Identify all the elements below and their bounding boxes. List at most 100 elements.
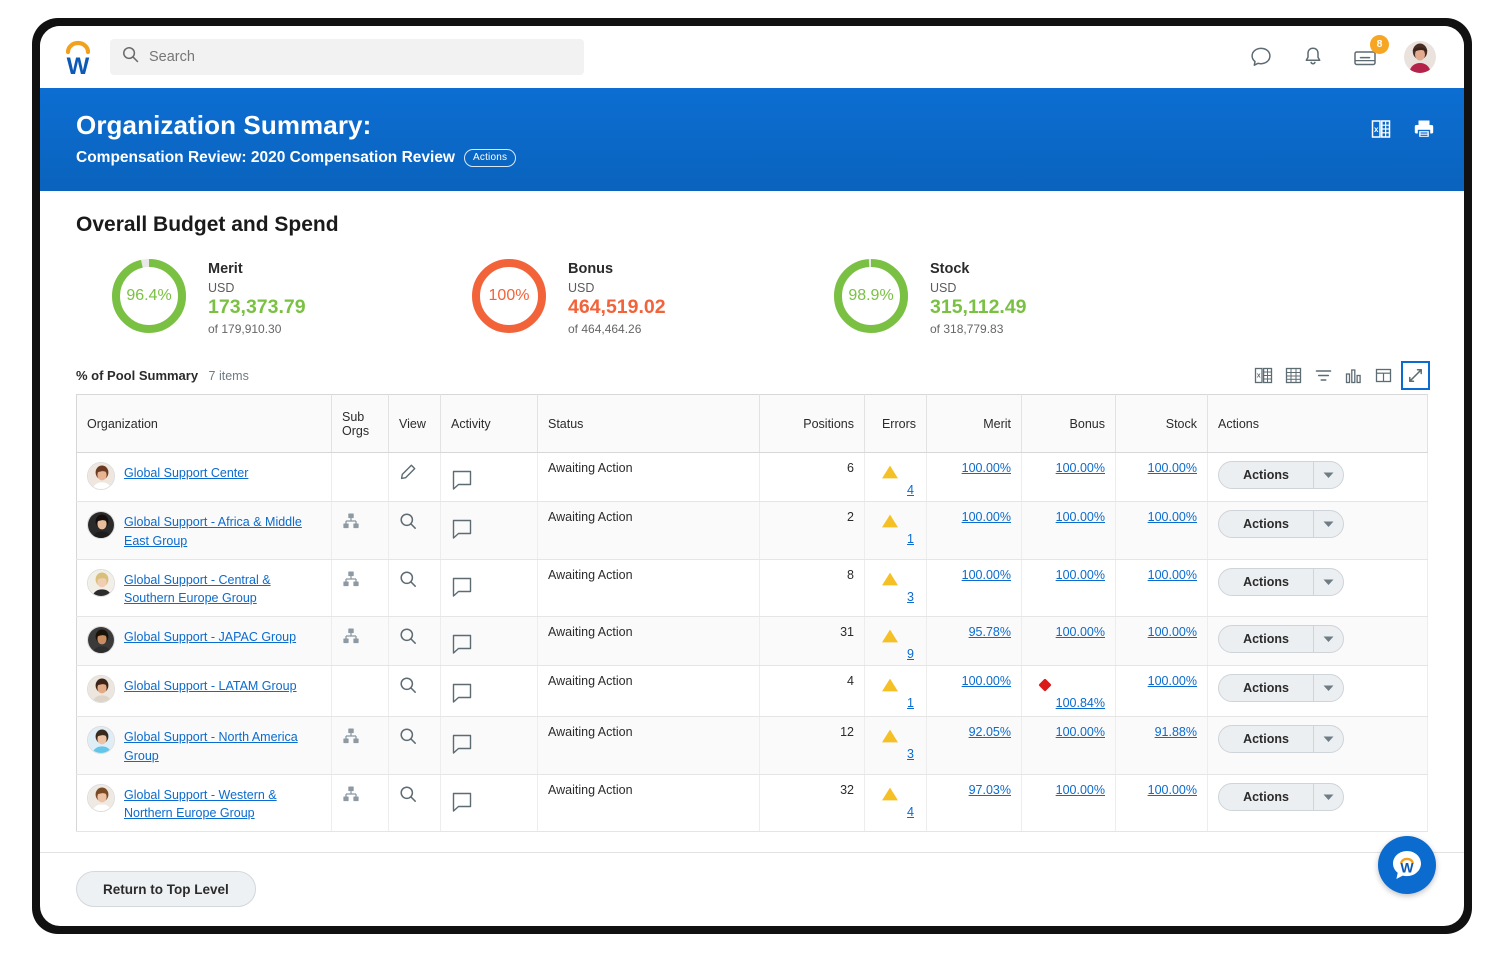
errors-count-link[interactable]: 3 bbox=[907, 747, 914, 761]
return-to-top-level-button[interactable]: Return to Top Level bbox=[76, 871, 256, 907]
row-avatar[interactable] bbox=[87, 784, 115, 812]
row-actions-button[interactable]: Actions bbox=[1218, 510, 1344, 538]
table-row[interactable]: Global Support - Africa & Middle East Gr… bbox=[77, 502, 1428, 560]
table-row[interactable]: Global Support - North America GroupAwai… bbox=[77, 717, 1428, 775]
organization-link[interactable]: Global Support Center bbox=[124, 461, 248, 483]
table-row[interactable]: Global Support CenterAwaiting Action6410… bbox=[77, 453, 1428, 502]
row-avatar[interactable] bbox=[87, 511, 115, 539]
merit-percent-link[interactable]: 97.03% bbox=[969, 783, 1011, 797]
row-actions-button[interactable]: Actions bbox=[1218, 783, 1344, 811]
table-row[interactable]: Global Support - JAPAC GroupAwaiting Act… bbox=[77, 617, 1428, 666]
comment-icon[interactable] bbox=[451, 625, 527, 655]
chevron-down-icon[interactable] bbox=[1313, 462, 1343, 488]
comment-icon[interactable] bbox=[451, 461, 527, 491]
merit-percent-link[interactable]: 100.00% bbox=[962, 674, 1011, 688]
stock-percent-link[interactable]: 100.00% bbox=[1148, 783, 1197, 797]
magnifier-icon[interactable] bbox=[399, 674, 430, 694]
row-avatar[interactable] bbox=[87, 462, 115, 490]
pencil-icon[interactable] bbox=[399, 461, 430, 481]
stock-percent-link[interactable]: 100.00% bbox=[1148, 568, 1197, 582]
magnifier-icon[interactable] bbox=[399, 625, 430, 645]
column-layout-icon[interactable] bbox=[1373, 365, 1394, 386]
search-box[interactable] bbox=[110, 39, 584, 75]
col-bonus[interactable]: Bonus bbox=[1022, 395, 1116, 453]
errors-count-link[interactable]: 4 bbox=[907, 805, 914, 819]
stock-percent-link[interactable]: 91.88% bbox=[1155, 725, 1197, 739]
merit-percent-link[interactable]: 100.00% bbox=[962, 510, 1011, 524]
organization-link[interactable]: Global Support - Central & Southern Euro… bbox=[124, 568, 321, 609]
merit-percent-link[interactable]: 92.05% bbox=[969, 725, 1011, 739]
row-actions-button[interactable]: Actions bbox=[1218, 725, 1344, 753]
bonus-percent-link[interactable]: 100.84% bbox=[1056, 696, 1105, 710]
search-input[interactable] bbox=[149, 49, 572, 65]
row-avatar[interactable] bbox=[87, 675, 115, 703]
stock-percent-link[interactable]: 100.00% bbox=[1148, 510, 1197, 524]
stock-percent-link[interactable]: 100.00% bbox=[1148, 625, 1197, 639]
col-sub-orgs[interactable]: Sub Orgs bbox=[332, 395, 389, 453]
errors-count-link[interactable]: 4 bbox=[907, 483, 914, 497]
organization-link[interactable]: Global Support - Western & Northern Euro… bbox=[124, 783, 321, 824]
inbox-icon[interactable]: 8 bbox=[1352, 44, 1378, 70]
errors-count-link[interactable]: 9 bbox=[907, 647, 914, 661]
expand-icon[interactable] bbox=[1403, 363, 1428, 388]
errors-count-link[interactable]: 3 bbox=[907, 590, 914, 604]
merit-percent-link[interactable]: 95.78% bbox=[969, 625, 1011, 639]
magnifier-icon[interactable] bbox=[399, 783, 430, 803]
chevron-down-icon[interactable] bbox=[1313, 675, 1343, 701]
col-merit[interactable]: Merit bbox=[927, 395, 1022, 453]
organization-link[interactable]: Global Support - Africa & Middle East Gr… bbox=[124, 510, 321, 551]
chevron-down-icon[interactable] bbox=[1313, 511, 1343, 537]
magnifier-icon[interactable] bbox=[399, 725, 430, 745]
errors-count-link[interactable]: 1 bbox=[907, 696, 914, 710]
bonus-percent-link[interactable]: 100.00% bbox=[1056, 510, 1105, 524]
table-row[interactable]: Global Support - Western & Northern Euro… bbox=[77, 774, 1428, 832]
header-actions-pill[interactable]: Actions bbox=[464, 149, 516, 167]
row-actions-button[interactable]: Actions bbox=[1218, 461, 1344, 489]
bonus-percent-link[interactable]: 100.00% bbox=[1056, 783, 1105, 797]
grid-view-icon[interactable] bbox=[1283, 365, 1304, 386]
organization-link[interactable]: Global Support - LATAM Group bbox=[124, 674, 297, 696]
magnifier-icon[interactable] bbox=[399, 568, 430, 588]
bell-icon[interactable] bbox=[1300, 44, 1326, 70]
row-avatar[interactable] bbox=[87, 626, 115, 654]
chat-icon[interactable] bbox=[1248, 44, 1274, 70]
org-chart-icon[interactable] bbox=[342, 625, 378, 645]
row-avatar[interactable] bbox=[87, 569, 115, 597]
workday-logo[interactable]: W bbox=[58, 36, 98, 78]
row-avatar[interactable] bbox=[87, 726, 115, 754]
bonus-percent-link[interactable]: 100.00% bbox=[1056, 625, 1105, 639]
merit-percent-link[interactable]: 100.00% bbox=[962, 568, 1011, 582]
row-actions-button[interactable]: Actions bbox=[1218, 625, 1344, 653]
chart-view-icon[interactable] bbox=[1343, 365, 1364, 386]
print-icon[interactable] bbox=[1412, 118, 1436, 145]
col-view[interactable]: View bbox=[389, 395, 441, 453]
stock-percent-link[interactable]: 100.00% bbox=[1148, 674, 1197, 688]
errors-count-link[interactable]: 1 bbox=[907, 532, 914, 546]
col-actions[interactable]: Actions bbox=[1208, 395, 1428, 453]
org-chart-icon[interactable] bbox=[342, 568, 378, 588]
table-row[interactable]: Global Support - LATAM GroupAwaiting Act… bbox=[77, 666, 1428, 717]
col-stock[interactable]: Stock bbox=[1116, 395, 1208, 453]
bonus-percent-link[interactable]: 100.00% bbox=[1056, 568, 1105, 582]
bonus-percent-link[interactable]: 100.00% bbox=[1056, 725, 1105, 739]
col-organization[interactable]: Organization bbox=[77, 395, 332, 453]
chevron-down-icon[interactable] bbox=[1313, 626, 1343, 652]
magnifier-icon[interactable] bbox=[399, 510, 430, 530]
stock-percent-link[interactable]: 100.00% bbox=[1148, 461, 1197, 475]
export-excel-icon[interactable]: x bbox=[1370, 118, 1392, 145]
row-actions-button[interactable]: Actions bbox=[1218, 568, 1344, 596]
table-row[interactable]: Global Support - Central & Southern Euro… bbox=[77, 559, 1428, 617]
workday-assistant-button[interactable]: W bbox=[1378, 836, 1436, 894]
chevron-down-icon[interactable] bbox=[1313, 569, 1343, 595]
col-status[interactable]: Status bbox=[538, 395, 760, 453]
comment-icon[interactable] bbox=[451, 510, 527, 540]
row-actions-button[interactable]: Actions bbox=[1218, 674, 1344, 702]
avatar[interactable] bbox=[1404, 41, 1436, 73]
col-errors[interactable]: Errors bbox=[865, 395, 927, 453]
comment-icon[interactable] bbox=[451, 674, 527, 704]
comment-icon[interactable] bbox=[451, 568, 527, 598]
bonus-percent-link[interactable]: 100.00% bbox=[1056, 461, 1105, 475]
col-positions[interactable]: Positions bbox=[760, 395, 865, 453]
chevron-down-icon[interactable] bbox=[1313, 726, 1343, 752]
export-excel-icon[interactable]: x bbox=[1253, 365, 1274, 386]
